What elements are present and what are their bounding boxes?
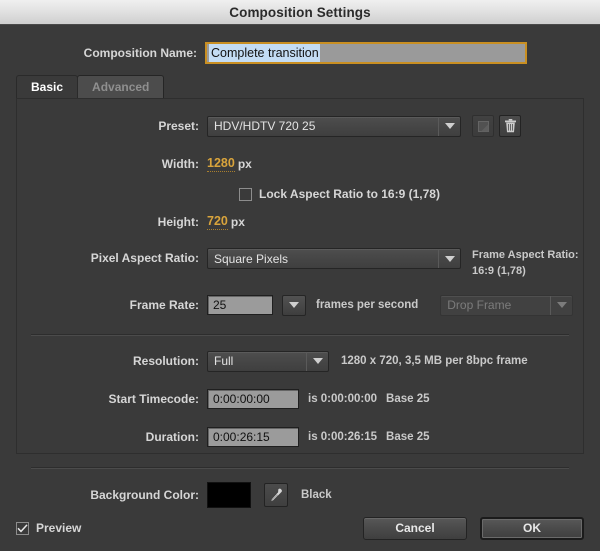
checkmark-icon <box>17 523 28 532</box>
duration-value: 0:00:26:15 <box>213 430 270 444</box>
cancel-button[interactable]: Cancel <box>363 516 467 540</box>
frame-rate-label: Frame Rate: <box>129 298 199 312</box>
cancel-button-label: Cancel <box>395 521 435 535</box>
width-row: Width: 1280 px <box>17 151 583 177</box>
frame-rate-input[interactable]: 25 <box>207 295 273 315</box>
pixel-aspect-ratio-dropdown[interactable]: Square Pixels <box>207 248 461 269</box>
composition-name-label: Composition Name: <box>83 46 197 60</box>
drop-frame-dropdown: Drop Frame <box>440 294 574 316</box>
background-color-swatch[interactable] <box>207 482 251 508</box>
preview-checkbox[interactable] <box>16 521 29 535</box>
eyedropper-button[interactable] <box>264 483 288 507</box>
chevron-down-icon <box>551 302 572 308</box>
resolution-value: Full <box>214 354 234 368</box>
width-unit: px <box>237 157 252 171</box>
resolution-info: 1280 x 720, 3,5 MB per 8bpc frame <box>341 355 528 367</box>
divider-2 <box>31 467 569 469</box>
composition-name-value: Complete transition <box>209 44 320 62</box>
tab-advanced[interactable]: Advanced <box>77 75 165 98</box>
trash-icon <box>504 119 516 133</box>
tab-basic-label: Basic <box>31 80 64 94</box>
preset-dropdown[interactable]: HDV/HDTV 720 25 <box>207 115 461 137</box>
dialog-footer: Preview Cancel OK <box>0 505 600 551</box>
duration-info: is 0:00:26:15 <box>308 431 378 443</box>
background-color-name: Black <box>301 489 332 501</box>
preset-label: Preset: <box>158 119 199 133</box>
tab-advanced-label: Advanced <box>92 80 150 94</box>
background-color-label: Background Color: <box>90 488 199 502</box>
frame-aspect-ratio-label: Frame Aspect Ratio: <box>472 249 579 261</box>
save-preset-icon <box>477 120 489 132</box>
start-timecode-row: Start Timecode: 0:00:00:00 is 0:00:00:00… <box>17 386 583 412</box>
preview-label: Preview <box>36 521 82 535</box>
chevron-down-icon <box>307 358 328 364</box>
basic-settings-panel: Preset: HDV/HDTV 720 25 Width: 1280 px L… <box>16 98 584 508</box>
chevron-down-icon <box>439 123 460 129</box>
window-titlebar: Composition Settings <box>0 0 600 25</box>
duration-input[interactable]: 0:00:26:15 <box>207 427 299 447</box>
start-timecode-label: Start Timecode: <box>108 392 199 406</box>
delete-preset-button[interactable] <box>499 115 521 137</box>
duration-row: Duration: 0:00:26:15 is 0:00:26:15 Base … <box>17 424 583 450</box>
height-unit: px <box>230 215 245 229</box>
composition-settings-dialog: Composition Name: Complete transition Ba… <box>0 25 600 551</box>
tab-bar: Basic Advanced <box>16 75 600 98</box>
frames-per-second-label: frames per second <box>316 299 419 311</box>
preset-value: HDV/HDTV 720 25 <box>214 119 316 133</box>
frame-rate-value: 25 <box>213 298 227 312</box>
width-value[interactable]: 1280 <box>207 156 235 172</box>
composition-name-row: Composition Name: Complete transition <box>0 25 600 67</box>
ok-button-label: OK <box>523 521 541 535</box>
preset-row: Preset: HDV/HDTV 720 25 <box>17 113 583 139</box>
chevron-down-icon <box>439 255 460 262</box>
tab-basic[interactable]: Basic <box>16 75 79 98</box>
duration-base: Base 25 <box>386 431 430 443</box>
height-value[interactable]: 720 <box>207 214 228 230</box>
start-timecode-info: is 0:00:00:00 <box>308 393 378 405</box>
lock-aspect-checkbox[interactable] <box>239 187 252 201</box>
window-title: Composition Settings <box>229 4 371 20</box>
divider-1 <box>31 334 569 336</box>
resolution-dropdown[interactable]: Full <box>207 350 329 372</box>
pixel-aspect-ratio-value: Square Pixels <box>214 251 289 266</box>
eyedropper-icon <box>270 488 282 501</box>
composition-name-input[interactable]: Complete transition <box>205 42 527 64</box>
ok-button[interactable]: OK <box>480 516 584 540</box>
drop-frame-value: Drop Frame <box>447 298 512 312</box>
resolution-label: Resolution: <box>133 354 199 368</box>
height-label: Height: <box>157 215 199 229</box>
height-row: Height: 720 px <box>17 209 583 235</box>
chevron-down-icon <box>289 302 299 308</box>
duration-label: Duration: <box>145 430 199 444</box>
lock-aspect-row: Lock Aspect Ratio to 16:9 (1,78) <box>17 181 583 207</box>
start-timecode-base: Base 25 <box>386 393 430 405</box>
lock-aspect-label: Lock Aspect Ratio to 16:9 (1,78) <box>259 187 440 201</box>
frame-rate-row: Frame Rate: 25 frames per second Drop Fr… <box>17 292 583 318</box>
width-label: Width: <box>161 157 199 171</box>
background-color-row: Background Color: Black <box>17 482 583 508</box>
pixel-aspect-ratio-row: Pixel Aspect Ratio: Square Pixels Frame … <box>17 248 583 278</box>
start-timecode-value: 0:00:00:00 <box>213 392 270 406</box>
resolution-row: Resolution: Full 1280 x 720, 3,5 MB per … <box>17 348 583 374</box>
pixel-aspect-ratio-label: Pixel Aspect Ratio: <box>90 251 199 265</box>
start-timecode-input[interactable]: 0:00:00:00 <box>207 389 299 409</box>
frame-aspect-ratio-value: 16:9 (1,78) <box>472 265 526 277</box>
frame-rate-dropdown-button[interactable] <box>282 294 306 316</box>
save-preset-button[interactable] <box>472 115 494 137</box>
